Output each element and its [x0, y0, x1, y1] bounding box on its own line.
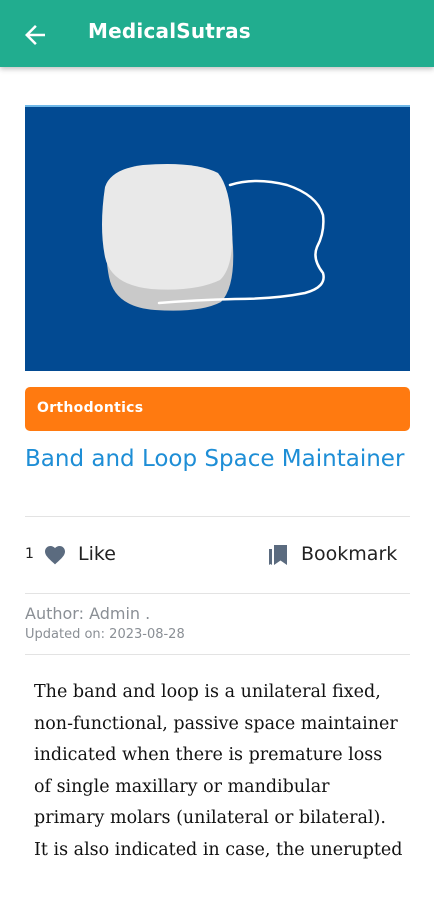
updated-date: Updated on: 2023-08-28: [25, 627, 185, 642]
category-label: Orthodontics: [37, 400, 144, 416]
article-body: The band and loop is a unilateral fixed,…: [34, 682, 403, 860]
like-count: 1: [25, 546, 34, 562]
article-hero-image: [25, 105, 410, 371]
article-title: Band and Loop Space Maintainer: [25, 446, 405, 472]
category-badge[interactable]: Orthodontics: [25, 387, 410, 431]
like-button[interactable]: Like: [78, 543, 116, 565]
back-arrow-icon[interactable]: [20, 20, 50, 50]
divider: [25, 516, 410, 517]
band-and-loop-illustration: [102, 164, 325, 311]
divider: [25, 593, 410, 594]
app-bar: MedicalSutras: [0, 0, 434, 67]
divider: [25, 654, 410, 655]
heart-icon[interactable]: [43, 543, 67, 565]
bookmark-button[interactable]: Bookmark: [301, 543, 397, 565]
bookmark-icon[interactable]: [267, 543, 289, 567]
author-text: Author: Admin .: [25, 604, 151, 623]
app-title: MedicalSutras: [88, 19, 251, 43]
